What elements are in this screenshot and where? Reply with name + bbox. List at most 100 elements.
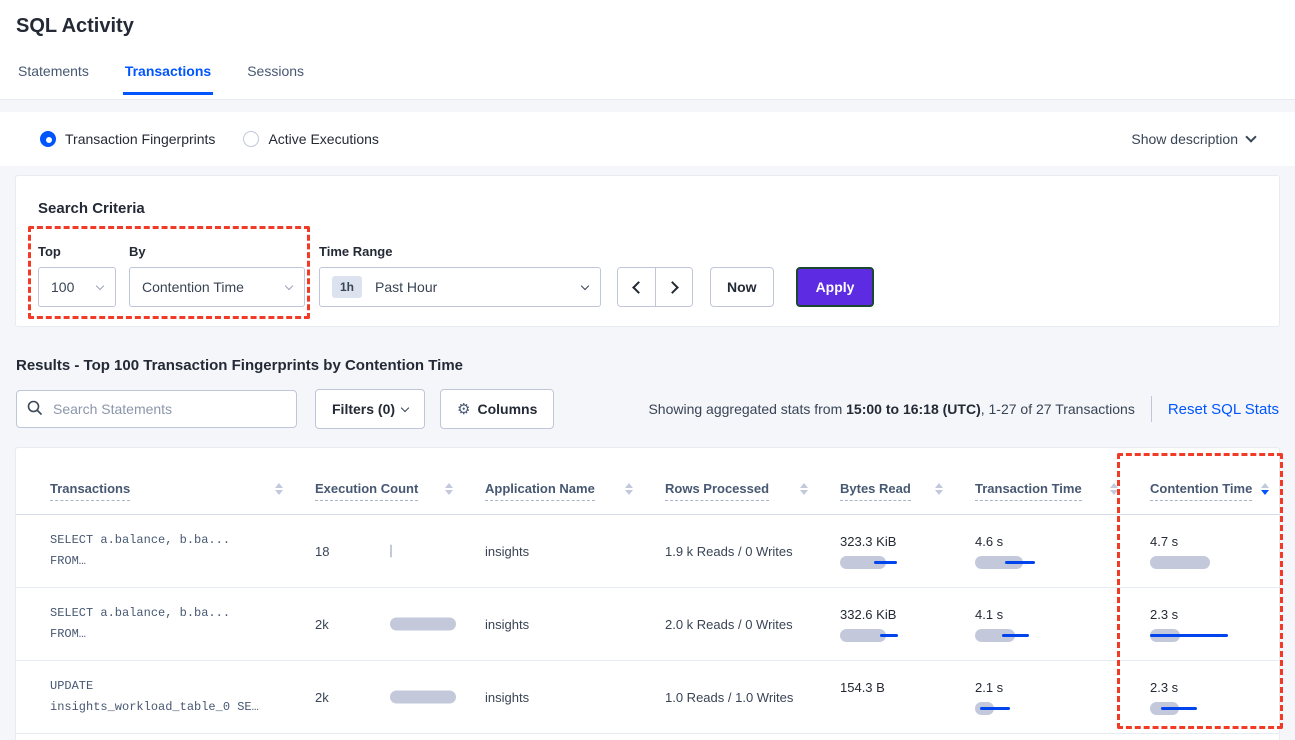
divider xyxy=(1151,396,1152,422)
sort-icon[interactable] xyxy=(800,483,808,495)
chevron-down-icon xyxy=(1245,131,1256,142)
search-statements-input[interactable] xyxy=(16,390,297,428)
radio-label: Active Executions xyxy=(268,131,379,147)
rows-processed-cell: 1.9 k Reads / 0 Writes xyxy=(665,544,840,559)
column-header-execution-count[interactable]: Execution Count xyxy=(315,481,485,514)
results-controls: Filters (0) ⚙ Columns Showing aggregated… xyxy=(16,389,1279,429)
columns-button[interactable]: ⚙ Columns xyxy=(440,389,554,429)
contention-time-cell: 2.3 s xyxy=(1150,680,1279,715)
chevron-down-icon xyxy=(285,281,293,289)
column-header-rows-processed[interactable]: Rows Processed xyxy=(665,481,840,514)
search-icon xyxy=(27,400,43,416)
sort-icon-active-desc[interactable] xyxy=(1261,483,1269,495)
transaction-time-cell: 4.6 s xyxy=(975,534,1150,569)
tab-transactions[interactable]: Transactions xyxy=(123,63,213,95)
sort-icon[interactable] xyxy=(1110,483,1118,495)
bytes-read-cell: 323.3 KiB xyxy=(840,534,975,569)
table-row[interactable]: SELECT a.balance, b.ba... FROM… 18 insig… xyxy=(16,515,1279,588)
contention-time-stddev-line xyxy=(1150,634,1228,637)
top-field-group: Top 100 xyxy=(38,244,116,307)
tab-statements[interactable]: Statements xyxy=(16,63,91,95)
view-toggle-row: Transaction Fingerprints Active Executio… xyxy=(0,112,1295,166)
radio-label: Transaction Fingerprints xyxy=(65,131,215,147)
time-range-badge: 1h xyxy=(332,276,362,298)
application-name-cell: insights xyxy=(485,617,665,632)
bytes-read-stddev-line xyxy=(880,634,898,637)
filters-button[interactable]: Filters (0) xyxy=(315,389,425,429)
application-name-cell: insights xyxy=(485,544,665,559)
gear-icon: ⚙ xyxy=(457,400,470,418)
now-button[interactable]: Now xyxy=(710,267,774,307)
column-header-contention-time[interactable]: Contention Time xyxy=(1150,481,1279,514)
radio-unselected-icon[interactable] xyxy=(243,131,259,147)
chevron-down-icon xyxy=(96,281,104,289)
transactions-table-card: Transactions Execution Count Application… xyxy=(15,447,1280,740)
time-range-value: Past Hour xyxy=(375,279,437,295)
reset-sql-stats-link[interactable]: Reset SQL Stats xyxy=(1168,401,1279,418)
tab-sessions[interactable]: Sessions xyxy=(245,63,306,95)
sort-icon[interactable] xyxy=(935,483,943,495)
sort-icon[interactable] xyxy=(275,483,283,495)
filters-label: Filters (0) xyxy=(332,401,395,417)
execution-count-bar xyxy=(390,691,456,704)
search-statements-wrap xyxy=(16,390,297,428)
by-select-value: Contention Time xyxy=(142,279,244,295)
rows-processed-cell: 1.0 Reads / 1.0 Writes xyxy=(665,690,840,705)
show-description-toggle[interactable]: Show description xyxy=(1131,131,1255,147)
tab-bar: Statements Transactions Sessions xyxy=(16,63,1279,95)
show-description-label: Show description xyxy=(1131,131,1238,147)
time-range-select[interactable]: 1h Past Hour xyxy=(319,267,601,307)
top-select[interactable]: 100 xyxy=(38,267,116,307)
rows-processed-cell: 2.0 k Reads / 0 Writes xyxy=(665,617,840,632)
transaction-fingerprint-link[interactable]: SELECT a.balance, b.ba... FROM… xyxy=(50,603,315,645)
column-header-transactions[interactable]: Transactions xyxy=(50,481,315,514)
table-row[interactable]: SELECT a.balance, b.ba... FROM… 2k insig… xyxy=(16,588,1279,661)
by-select[interactable]: Contention Time xyxy=(129,267,305,307)
search-criteria-controls: Top 100 By Contention Time Time Range 1h… xyxy=(38,244,1257,307)
radio-active-executions[interactable]: Active Executions xyxy=(243,131,379,147)
column-header-application-name[interactable]: Application Name xyxy=(485,481,665,514)
transaction-time-stddev-line xyxy=(1005,561,1035,564)
chevron-down-icon xyxy=(581,281,589,289)
bytes-read-stddev-line xyxy=(874,561,897,564)
column-header-transaction-time[interactable]: Transaction Time xyxy=(975,481,1150,514)
execution-count-cell: 2k xyxy=(315,588,485,660)
execution-count-cell: 2k xyxy=(315,661,485,733)
application-name-cell: insights xyxy=(485,690,665,705)
contention-time-cell: 2.3 s xyxy=(1150,607,1279,642)
contention-time-stddev-line xyxy=(1161,707,1197,710)
transaction-time-cell: 2.1 s xyxy=(975,680,1150,715)
column-header-bytes-read[interactable]: Bytes Read xyxy=(840,481,975,514)
bytes-read-cell: 154.3 B xyxy=(840,680,975,715)
transaction-fingerprint-link[interactable]: SELECT a.balance, b.ba... FROM… xyxy=(50,530,315,572)
chevron-left-icon xyxy=(632,281,645,294)
sort-icon[interactable] xyxy=(445,483,453,495)
apply-button[interactable]: Apply xyxy=(796,267,875,307)
chevron-down-icon xyxy=(401,403,409,411)
radio-transaction-fingerprints[interactable]: Transaction Fingerprints xyxy=(40,131,215,147)
execution-count-cell: 18 xyxy=(315,515,485,587)
sort-icon[interactable] xyxy=(625,483,633,495)
columns-label: Columns xyxy=(477,401,537,417)
page-title: SQL Activity xyxy=(16,0,1279,38)
time-next-button[interactable] xyxy=(655,268,692,306)
top-select-value: 100 xyxy=(51,279,74,295)
time-prev-button[interactable] xyxy=(618,268,655,306)
table-row[interactable]: UPDATE insights_workload_table_0 SE… 2k … xyxy=(16,661,1279,734)
time-nav-arrows xyxy=(617,267,693,307)
status-time-range: 15:00 to 16:18 (UTC) xyxy=(846,401,981,417)
time-range-field-group: Time Range 1h Past Hour xyxy=(319,244,601,307)
search-criteria-card: Search Criteria Top 100 By Contention Ti… xyxy=(15,175,1280,327)
top-label: Top xyxy=(38,244,116,259)
radio-selected-icon[interactable] xyxy=(40,131,56,147)
app-header: SQL Activity Statements Transactions Ses… xyxy=(0,0,1295,100)
execution-count-bar xyxy=(390,545,392,558)
chevron-right-icon xyxy=(666,281,679,294)
status-area: Showing aggregated stats from 15:00 to 1… xyxy=(648,396,1279,422)
bytes-read-cell: 332.6 KiB xyxy=(840,607,975,642)
aggregated-stats-text: Showing aggregated stats from 15:00 to 1… xyxy=(648,401,1134,417)
transaction-time-stddev-line xyxy=(980,707,1010,710)
time-range-label: Time Range xyxy=(319,244,601,259)
contention-time-bar xyxy=(1150,556,1210,569)
transaction-fingerprint-link[interactable]: UPDATE insights_workload_table_0 SE… xyxy=(50,676,315,718)
